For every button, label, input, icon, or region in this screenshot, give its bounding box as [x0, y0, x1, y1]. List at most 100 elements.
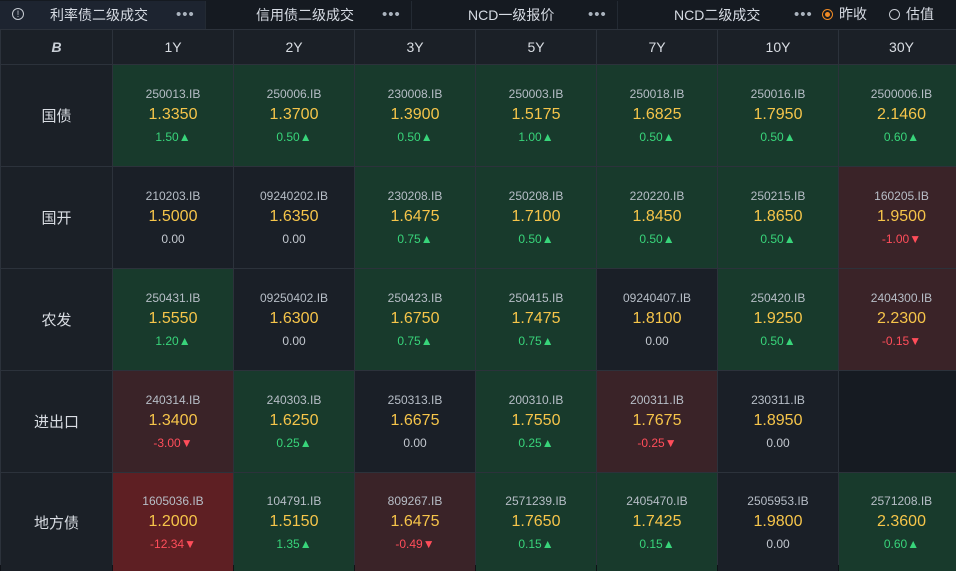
bond-quote-cell[interactable]: 2404300.IB 2.2300 -0.15▼ — [839, 269, 956, 370]
bond-quote-cell[interactable]: 09240202.IB 1.6350 0.00 — [234, 167, 354, 268]
bond-quote-cell[interactable]: 1605036.IB 1.2000 -12.34▼ — [113, 473, 233, 571]
bond-quote-cell[interactable]: 230311.IB 1.8950 0.00 — [718, 371, 838, 472]
yield-change: 0.75▲ — [518, 334, 554, 348]
bond-quote-cell[interactable]: 250313.IB 1.6675 0.00 — [355, 371, 475, 472]
bond-quote-cell[interactable]: 2571208.IB 2.3600 0.60▲ — [839, 473, 956, 571]
bond-quote-cell[interactable]: 250003.IB 1.5175 1.00▲ — [476, 65, 596, 166]
bond-quote-cell[interactable]: 210203.IB 1.5000 0.00 — [113, 167, 233, 268]
bond-quote-cell[interactable]: 09240407.IB 1.8100 0.00 — [597, 269, 717, 370]
radio-valuation[interactable]: 估值 — [889, 4, 934, 24]
yield-change: 0.60▲ — [883, 536, 920, 551]
bond-quote-cell[interactable]: 220220.IB 1.8450 0.50▲ — [597, 167, 717, 268]
yield-change: 0.00 — [403, 436, 427, 450]
tab-credit-bond-secondary[interactable]: 信用债二级成交 ••• — [206, 0, 412, 29]
bond-code: 09250402.IB — [259, 291, 329, 305]
yield-change: 0.00 — [161, 232, 185, 246]
bond-code: 09240407.IB — [622, 291, 692, 305]
yield-change: 0.50▲ — [760, 232, 796, 246]
bond-quote-cell[interactable]: 250208.IB 1.7100 0.50▲ — [476, 167, 596, 268]
bond-quote-cell[interactable]: 250415.IB 1.7475 0.75▲ — [476, 269, 596, 370]
radio-dot-icon — [889, 8, 900, 20]
yield-change: -0.15▼ — [881, 334, 922, 348]
yield-value: 1.6300 — [269, 310, 319, 327]
yield-value: 1.3700 — [269, 106, 319, 123]
yield-value: 1.7675 — [632, 412, 682, 429]
more-icon[interactable]: ••• — [588, 6, 607, 23]
bond-code: 809267.IB — [387, 493, 443, 508]
radio-prev-close[interactable]: 昨收 — [822, 4, 867, 24]
bond-quote-cell[interactable]: 240303.IB 1.6250 0.25▲ — [234, 371, 354, 472]
yield-change: 0.50▲ — [639, 232, 675, 246]
tab-ncd-secondary[interactable]: NCD二级成交 ••• — [618, 1, 824, 29]
bond-quote-cell[interactable]: 250215.IB 1.8650 0.50▲ — [718, 167, 838, 268]
more-icon[interactable]: ••• — [794, 6, 813, 23]
yield-value: 2.1460 — [877, 106, 926, 123]
bond-code: 210203.IB — [145, 189, 201, 203]
bond-code: 250431.IB — [145, 291, 201, 305]
yield-change: 0.75▲ — [397, 232, 433, 246]
yield-value: 1.7650 — [511, 512, 561, 530]
bond-quote-cell[interactable]: 809267.IB 1.6475 -0.49▼ — [355, 473, 475, 571]
more-icon[interactable]: ••• — [382, 6, 401, 23]
bond-quote-cell[interactable]: 250420.IB 1.9250 0.50▲ — [718, 269, 838, 370]
bond-quote-cell[interactable]: 250013.IB 1.3350 1.50▲ — [113, 65, 233, 166]
yield-change: 0.15▲ — [639, 536, 675, 551]
bond-quote-cell[interactable]: 250423.IB 1.6750 0.75▲ — [355, 269, 475, 370]
yield-change: 0.00 — [645, 334, 669, 348]
bond-code: 250006.IB — [266, 87, 322, 101]
yield-change: 0.25▲ — [518, 436, 554, 450]
yield-value: 1.9800 — [753, 512, 803, 530]
bond-code: 230208.IB — [387, 189, 443, 203]
yield-value: 1.7550 — [511, 412, 561, 429]
yield-change: 0.00 — [282, 232, 306, 246]
bond-code: 104791.IB — [266, 493, 322, 508]
bond-quote-cell[interactable]: 250431.IB 1.5550 1.20▲ — [113, 269, 233, 370]
more-icon[interactable]: ••• — [176, 6, 195, 23]
yield-value: 1.7100 — [511, 208, 561, 225]
bond-quote-cell[interactable]: 104791.IB 1.5150 1.35▲ — [234, 473, 354, 571]
radio-label: 估值 — [906, 6, 934, 22]
column-header-1y: 1Y — [113, 30, 233, 64]
tab-label: NCD二级成交 — [674, 6, 761, 23]
bond-quote-cell[interactable]: 2505953.IB 1.9800 0.00 — [718, 473, 838, 571]
yield-change: 0.25▲ — [276, 436, 312, 450]
bond-quote-cell[interactable]: 09250402.IB 1.6300 0.00 — [234, 269, 354, 370]
tab-rate-bond-secondary[interactable]: ! 利率债二级成交 ••• — [0, 0, 206, 29]
info-icon[interactable]: ! — [12, 7, 24, 20]
bond-quote-cell[interactable]: 200310.IB 1.7550 0.25▲ — [476, 371, 596, 472]
bond-quote-cell[interactable]: 200311.IB 1.7675 -0.25▼ — [597, 371, 717, 472]
bond-quote-cell[interactable]: 2405470.IB 1.7425 0.15▲ — [597, 473, 717, 571]
yield-value: 1.6475 — [390, 512, 440, 530]
yield-change: 1.20▲ — [155, 334, 191, 348]
row-label: 进出口 — [1, 371, 112, 472]
bond-quote-cell[interactable]: 250016.IB 1.7950 0.50▲ — [718, 65, 838, 166]
bond-code: 2571208.IB — [870, 493, 933, 508]
yield-change: 0.50▲ — [397, 130, 433, 144]
bond-quote-cell[interactable]: 230008.IB 1.3900 0.50▲ — [355, 65, 475, 166]
bond-quote-cell[interactable]: 250018.IB 1.6825 0.50▲ — [597, 65, 717, 166]
logo-cell: B — [1, 30, 112, 64]
bond-code: 1605036.IB — [142, 493, 204, 508]
bond-quote-cell[interactable]: 250006.IB 1.3700 0.50▲ — [234, 65, 354, 166]
bond-code: 2405470.IB — [626, 493, 688, 508]
bond-quote-cell[interactable]: 240314.IB 1.3400 -3.00▼ — [113, 371, 233, 472]
bond-code: 250003.IB — [508, 87, 564, 101]
yield-value: 1.5150 — [269, 512, 319, 530]
column-header-30y: 30Y — [839, 30, 956, 64]
yield-change: 0.00 — [766, 436, 790, 450]
bond-code: 240314.IB — [145, 393, 201, 407]
bond-quote-cell[interactable]: 2571239.IB 1.7650 0.15▲ — [476, 473, 596, 571]
column-header-10y: 10Y — [718, 30, 838, 64]
bond-quote-cell[interactable]: 160205.IB 1.9500 -1.00▼ — [839, 167, 956, 268]
tab-ncd-primary-quote[interactable]: NCD一级报价 ••• — [412, 0, 618, 29]
yield-value: 2.2300 — [877, 310, 926, 327]
column-header-7y: 7Y — [597, 30, 717, 64]
bond-quote-cell[interactable]: 2500006.IB 2.1460 0.60▲ — [839, 65, 956, 166]
bond-quote-cell[interactable]: 230208.IB 1.6475 0.75▲ — [355, 167, 475, 268]
yield-change: -1.00▼ — [881, 232, 922, 246]
bond-code: 220220.IB — [629, 189, 685, 203]
bond-code: 250415.IB — [508, 291, 564, 305]
yield-value: 1.5550 — [148, 310, 198, 327]
bond-code: 2505953.IB — [747, 493, 809, 508]
bond-code: 250423.IB — [387, 291, 443, 305]
